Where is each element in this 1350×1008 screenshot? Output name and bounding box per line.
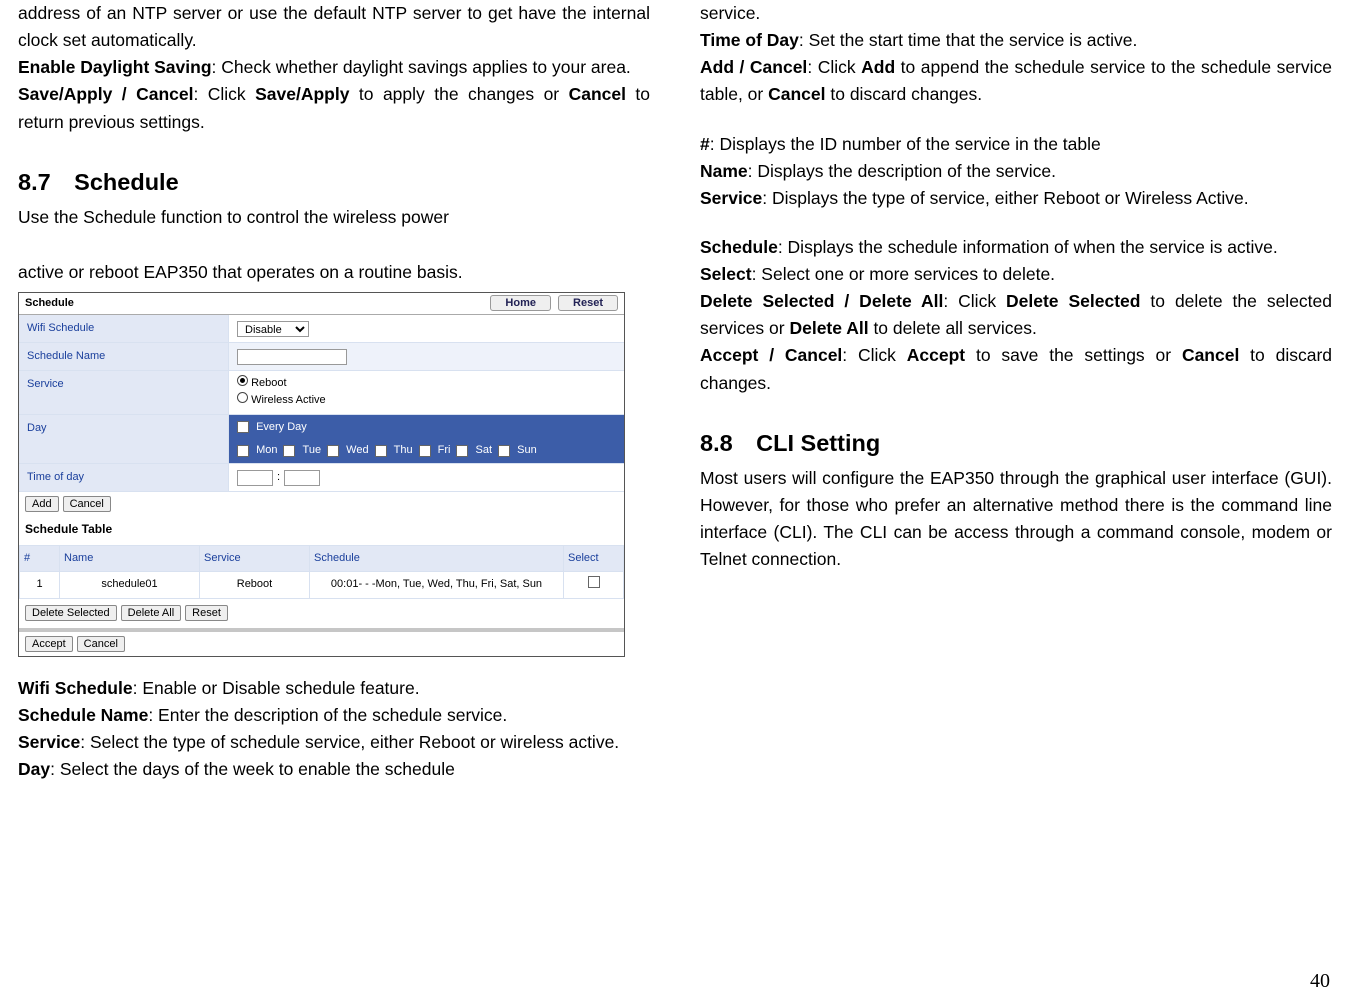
section-8-8-heading: 8.8 CLI Setting [700, 425, 1332, 461]
time-of-day-row: Time of day : [19, 464, 624, 492]
schedule-name-paragraph: Schedule Name: Enter the description of … [18, 702, 650, 729]
section-8-7-subtext-2: active or reboot EAP350 that operates on… [18, 259, 650, 286]
reset-button[interactable]: Reset [558, 295, 618, 311]
add-cancel-paragraph: Add / Cancel: Click Add to append the sc… [700, 54, 1332, 108]
service-row: Service Reboot Wireless Active [19, 371, 624, 414]
day-row: Day Every Day Mon Tue Wed Thu Fri Sat Su… [19, 415, 624, 465]
accept-cancel-button-row: Accept Cancel [19, 632, 624, 656]
select-paragraph: Select: Select one or more services to d… [700, 261, 1332, 288]
add-cancel-button-row: Add Cancel [19, 492, 624, 516]
time-of-day-label: Time of day [19, 464, 229, 491]
reboot-radio[interactable] [237, 375, 248, 386]
delete-selected-button[interactable]: Delete Selected [25, 605, 117, 621]
wifi-schedule-select[interactable]: Disable [237, 321, 309, 337]
save-apply-cancel-paragraph: Save/Apply / Cancel: Click Save/Apply to… [18, 81, 650, 135]
sat-checkbox[interactable] [456, 445, 468, 457]
day-label: Day [19, 415, 229, 464]
service-label: Service [19, 371, 229, 413]
every-day-checkbox[interactable] [237, 421, 249, 433]
sac-label: Save/Apply / Cancel [18, 84, 193, 104]
eds-label: Enable Daylight Saving [18, 57, 212, 77]
wed-checkbox[interactable] [327, 445, 339, 457]
accept-cancel-paragraph: Accept / Cancel: Click Accept to save th… [700, 342, 1332, 396]
sun-checkbox[interactable] [498, 445, 510, 457]
home-button[interactable]: Home [490, 295, 551, 311]
section-8-7-subtext-1: Use the Schedule function to control the… [18, 204, 650, 231]
schedule-title: Schedule [25, 295, 74, 312]
schedule-paragraph: Schedule: Displays the schedule informat… [700, 234, 1332, 261]
delete-all-button[interactable]: Delete All [121, 605, 181, 621]
wireless-active-radio[interactable] [237, 392, 248, 403]
table-row: 1 schedule01 Reboot 00:01- - -Mon, Tue, … [20, 571, 624, 598]
schedule-name-input[interactable] [237, 349, 347, 365]
table-header-row: # Name Service Schedule Select [20, 545, 624, 571]
cancel-button-2[interactable]: Cancel [77, 636, 125, 652]
schedule-table-title: Schedule Table [19, 516, 624, 543]
hash-paragraph: #: Displays the ID number of the service… [700, 131, 1332, 158]
reset-table-button[interactable]: Reset [185, 605, 228, 621]
fri-checkbox[interactable] [419, 445, 431, 457]
eds-text: : Check whether daylight savings applies… [212, 57, 631, 77]
service-paragraph: Service: Select the type of schedule ser… [18, 729, 650, 756]
thu-checkbox[interactable] [375, 445, 387, 457]
ntp-paragraph: address of an NTP server or use the defa… [18, 0, 650, 54]
day-paragraph: Day: Select the days of the week to enab… [18, 756, 650, 783]
hour-input[interactable] [237, 470, 273, 486]
delete-paragraph: Delete Selected / Delete All: Click Dele… [700, 288, 1332, 342]
add-button[interactable]: Add [25, 496, 59, 512]
screenshot-titlebar: Schedule Home Reset [19, 293, 624, 315]
section-8-7-heading: 8.7 Schedule [18, 164, 650, 200]
schedule-table: # Name Service Schedule Select 1 schedul… [19, 545, 624, 599]
left-column: address of an NTP server or use the defa… [18, 0, 650, 970]
enable-daylight-saving-paragraph: Enable Daylight Saving: Check whether da… [18, 54, 650, 81]
cli-paragraph: Most users will configure the EAP350 thr… [700, 465, 1332, 574]
gap [18, 231, 650, 259]
schedule-name-label: Schedule Name [19, 343, 229, 370]
schedule-screenshot: Schedule Home Reset Wifi Schedule Disabl… [18, 292, 625, 657]
cancel-button[interactable]: Cancel [63, 496, 111, 512]
right-column: service. Time of Day: Set the start time… [700, 0, 1332, 970]
delete-button-row: Delete Selected Delete All Reset [19, 601, 624, 625]
tue-checkbox[interactable] [283, 445, 295, 457]
mon-checkbox[interactable] [237, 445, 249, 457]
service-continued: service. [700, 0, 1332, 27]
accept-button[interactable]: Accept [25, 636, 73, 652]
name-paragraph: Name: Displays the description of the se… [700, 158, 1332, 185]
time-of-day-paragraph: Time of Day: Set the start time that the… [700, 27, 1332, 54]
service-paragraph-2: Service: Displays the type of service, e… [700, 185, 1332, 212]
wifi-schedule-paragraph: Wifi Schedule: Enable or Disable schedul… [18, 675, 650, 702]
schedule-name-row: Schedule Name [19, 343, 624, 371]
minute-input[interactable] [284, 470, 320, 486]
wifi-schedule-label: Wifi Schedule [19, 315, 229, 342]
page-number: 40 [0, 970, 1350, 1001]
row-select-checkbox[interactable] [588, 576, 600, 588]
wifi-schedule-row: Wifi Schedule Disable [19, 315, 624, 343]
